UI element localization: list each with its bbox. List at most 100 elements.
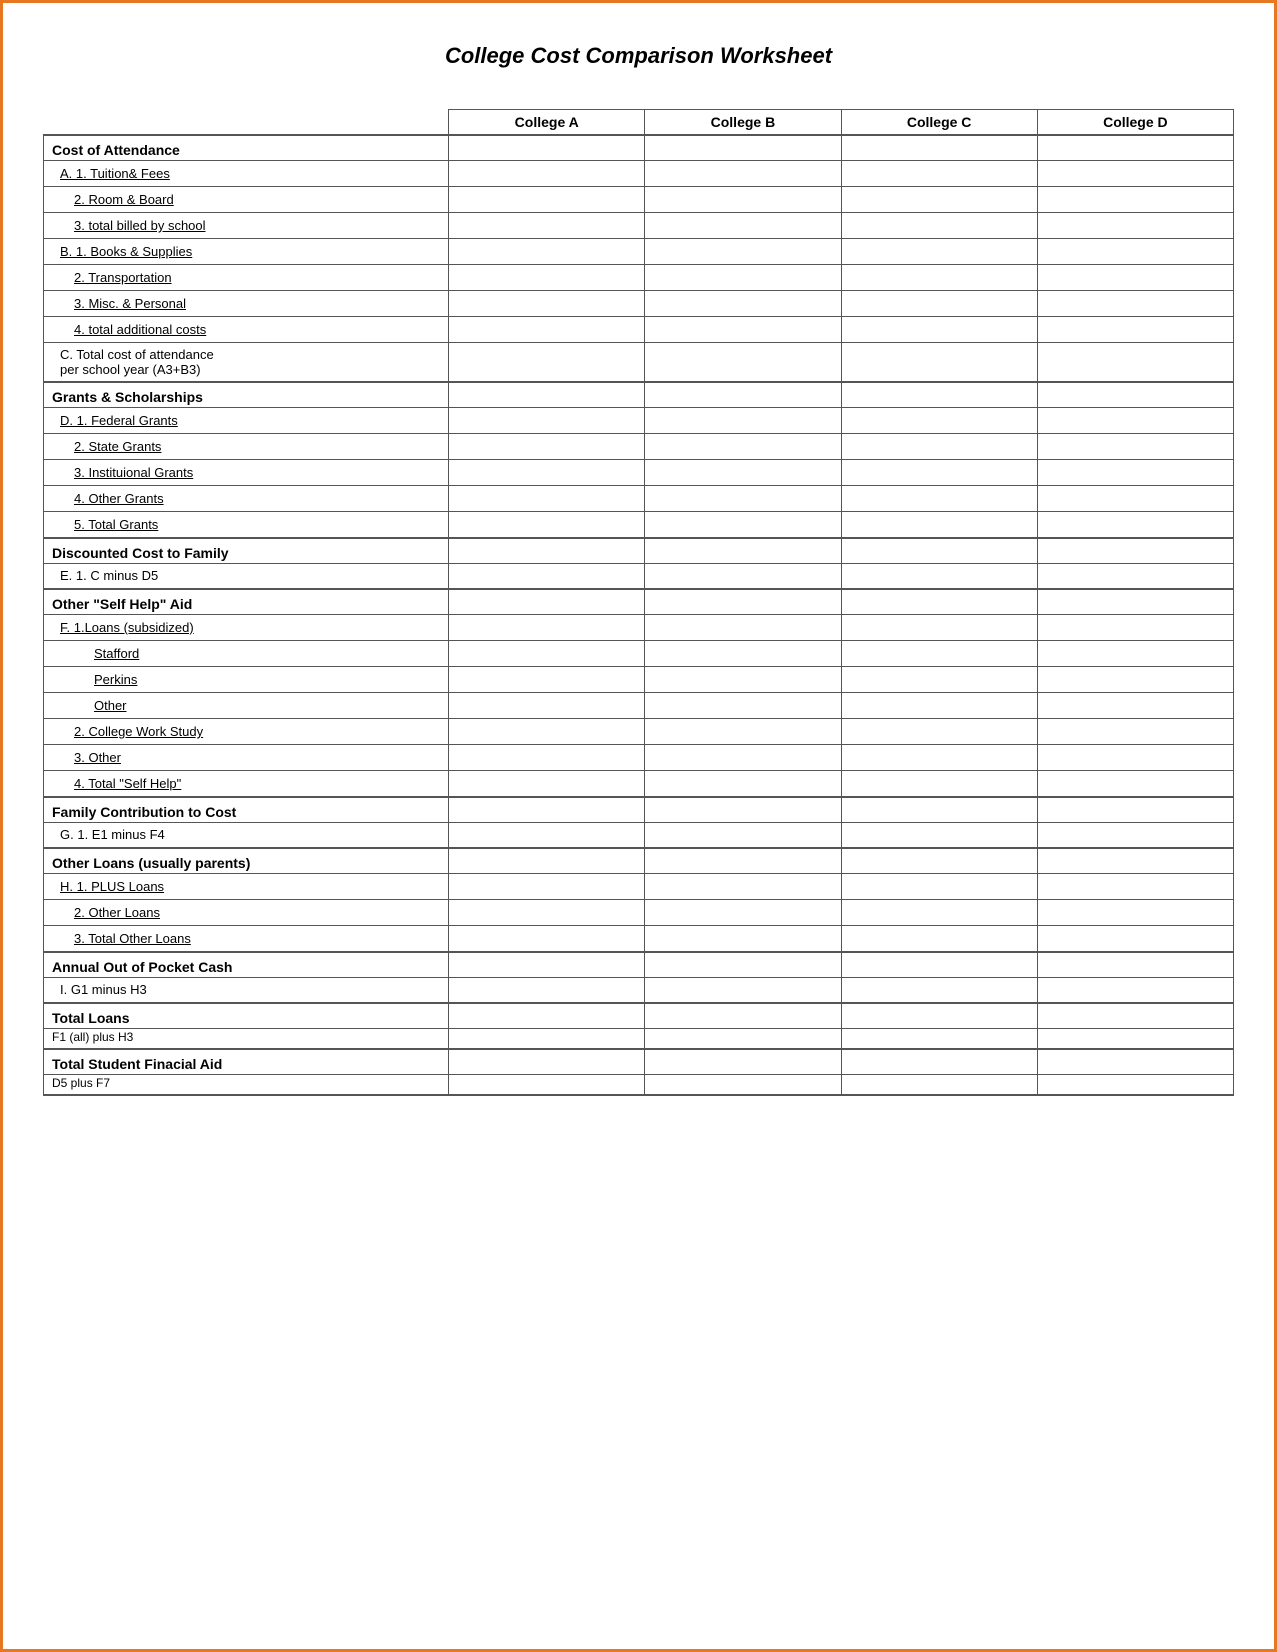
section-header-cell-total-student-aid-col3[interactable] (1037, 1049, 1233, 1075)
data-cell[interactable] (645, 187, 841, 213)
data-cell[interactable] (645, 343, 841, 383)
data-cell[interactable] (645, 926, 841, 952)
data-cell[interactable] (645, 667, 841, 693)
data-cell[interactable] (841, 343, 1037, 383)
section-header-cell-grants-scholarships-col2[interactable] (841, 382, 1037, 408)
section-header-cell-family-contribution-col3[interactable] (1037, 797, 1233, 823)
section-header-cell-discounted-cost-col1[interactable] (645, 538, 841, 564)
section-sub-cell-total-loans-col1[interactable] (645, 1029, 841, 1050)
data-cell[interactable] (1037, 563, 1233, 589)
data-cell[interactable] (449, 512, 645, 538)
section-header-cell-other-loans-col1[interactable] (645, 848, 841, 874)
data-cell[interactable] (449, 641, 645, 667)
section-sub-cell-total-student-aid-col1[interactable] (645, 1075, 841, 1096)
section-header-cell-self-help-aid-col0[interactable] (449, 589, 645, 615)
data-cell[interactable] (1037, 667, 1233, 693)
data-cell[interactable] (1037, 187, 1233, 213)
data-cell[interactable] (841, 408, 1037, 434)
data-cell[interactable] (645, 719, 841, 745)
data-cell[interactable] (449, 434, 645, 460)
data-cell[interactable] (841, 187, 1037, 213)
data-cell[interactable] (1037, 317, 1233, 343)
section-header-cell-other-loans-col0[interactable] (449, 848, 645, 874)
section-header-cell-annual-out-of-pocket-col2[interactable] (841, 952, 1037, 978)
section-header-cell-annual-out-of-pocket-col0[interactable] (449, 952, 645, 978)
section-header-cell-self-help-aid-col3[interactable] (1037, 589, 1233, 615)
data-cell[interactable] (449, 771, 645, 797)
data-cell[interactable] (1037, 213, 1233, 239)
section-header-cell-cost-of-attendance-col3[interactable] (1037, 135, 1233, 161)
data-cell[interactable] (449, 822, 645, 848)
data-cell[interactable] (841, 822, 1037, 848)
data-cell[interactable] (1037, 771, 1233, 797)
data-cell[interactable] (645, 977, 841, 1003)
section-header-cell-cost-of-attendance-col2[interactable] (841, 135, 1037, 161)
data-cell[interactable] (449, 693, 645, 719)
section-header-cell-grants-scholarships-col3[interactable] (1037, 382, 1233, 408)
data-cell[interactable] (1037, 486, 1233, 512)
data-cell[interactable] (449, 615, 645, 641)
data-cell[interactable] (645, 460, 841, 486)
section-header-cell-annual-out-of-pocket-col1[interactable] (645, 952, 841, 978)
section-sub-cell-total-loans-col2[interactable] (841, 1029, 1037, 1050)
section-header-cell-self-help-aid-col2[interactable] (841, 589, 1037, 615)
data-cell[interactable] (645, 408, 841, 434)
data-cell[interactable] (1037, 239, 1233, 265)
data-cell[interactable] (1037, 900, 1233, 926)
data-cell[interactable] (1037, 343, 1233, 383)
section-header-cell-total-student-aid-col1[interactable] (645, 1049, 841, 1075)
data-cell[interactable] (449, 900, 645, 926)
data-cell[interactable] (841, 641, 1037, 667)
data-cell[interactable] (449, 926, 645, 952)
data-cell[interactable] (1037, 434, 1233, 460)
section-sub-cell-total-loans-col3[interactable] (1037, 1029, 1233, 1050)
data-cell[interactable] (841, 926, 1037, 952)
data-cell[interactable] (1037, 745, 1233, 771)
data-cell[interactable] (449, 874, 645, 900)
data-cell[interactable] (1037, 926, 1233, 952)
data-cell[interactable] (449, 265, 645, 291)
data-cell[interactable] (449, 187, 645, 213)
data-cell[interactable] (1037, 291, 1233, 317)
section-header-cell-family-contribution-col2[interactable] (841, 797, 1037, 823)
section-header-cell-total-loans-col0[interactable] (449, 1003, 645, 1029)
data-cell[interactable] (841, 213, 1037, 239)
section-header-cell-other-loans-col2[interactable] (841, 848, 1037, 874)
data-cell[interactable] (841, 563, 1037, 589)
data-cell[interactable] (841, 874, 1037, 900)
section-header-cell-self-help-aid-col1[interactable] (645, 589, 841, 615)
data-cell[interactable] (841, 900, 1037, 926)
data-cell[interactable] (645, 213, 841, 239)
data-cell[interactable] (449, 239, 645, 265)
section-header-cell-grants-scholarships-col1[interactable] (645, 382, 841, 408)
data-cell[interactable] (449, 719, 645, 745)
data-cell[interactable] (645, 641, 841, 667)
data-cell[interactable] (449, 343, 645, 383)
data-cell[interactable] (841, 434, 1037, 460)
section-header-cell-total-loans-col3[interactable] (1037, 1003, 1233, 1029)
data-cell[interactable] (645, 900, 841, 926)
data-cell[interactable] (645, 161, 841, 187)
section-header-cell-total-student-aid-col2[interactable] (841, 1049, 1037, 1075)
section-header-cell-total-loans-col1[interactable] (645, 1003, 841, 1029)
data-cell[interactable] (841, 317, 1037, 343)
data-cell[interactable] (645, 486, 841, 512)
section-header-cell-discounted-cost-col3[interactable] (1037, 538, 1233, 564)
data-cell[interactable] (449, 563, 645, 589)
data-cell[interactable] (645, 615, 841, 641)
data-cell[interactable] (1037, 874, 1233, 900)
data-cell[interactable] (841, 291, 1037, 317)
data-cell[interactable] (1037, 512, 1233, 538)
data-cell[interactable] (449, 291, 645, 317)
section-header-cell-total-student-aid-col0[interactable] (449, 1049, 645, 1075)
data-cell[interactable] (1037, 719, 1233, 745)
section-header-cell-grants-scholarships-col0[interactable] (449, 382, 645, 408)
section-sub-cell-total-student-aid-col3[interactable] (1037, 1075, 1233, 1096)
section-sub-cell-total-student-aid-col0[interactable] (449, 1075, 645, 1096)
data-cell[interactable] (841, 460, 1037, 486)
section-sub-cell-total-student-aid-col2[interactable] (841, 1075, 1037, 1096)
data-cell[interactable] (841, 265, 1037, 291)
data-cell[interactable] (645, 434, 841, 460)
section-header-cell-discounted-cost-col2[interactable] (841, 538, 1037, 564)
data-cell[interactable] (841, 771, 1037, 797)
